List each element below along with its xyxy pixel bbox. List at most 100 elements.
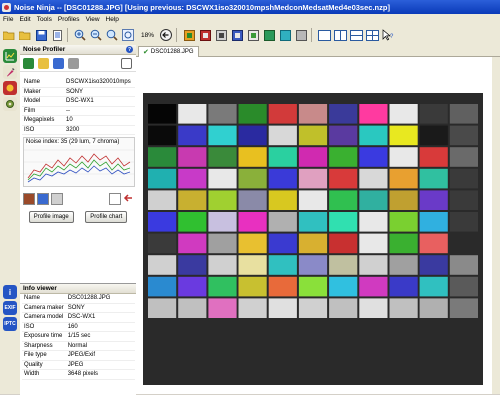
color-patch [419,104,448,124]
color-patch [208,147,237,167]
info-key: Width [22,369,66,380]
color-patch [329,168,358,189]
menu-view[interactable]: View [83,16,103,23]
menu-edit[interactable]: Edit [16,16,33,23]
color-patch [208,190,237,210]
profile-key: Megapixels [22,115,64,126]
profile-button-row: Profile image Profile chart [20,209,136,225]
tab-strip: ✔ DSC01288.JPG [136,45,500,57]
color-patch [298,125,328,146]
table-row: Camera maker SONY [22,303,135,313]
zoom-actual-icon[interactable] [121,28,135,42]
tab-image[interactable]: ✔ DSC01288.JPG [138,46,199,57]
luminance-icon[interactable] [230,28,244,42]
brush-icon[interactable] [214,28,228,42]
edit-profile-icon[interactable] [68,57,79,69]
green-square-icon[interactable] [262,28,276,42]
color-patch [268,233,297,254]
open-profile-icon[interactable] [38,57,49,69]
toolbar: 18% ? [0,25,500,46]
menu-help[interactable]: Help [103,16,122,23]
settings-gear-icon[interactable] [3,97,17,111]
color-patch [238,190,267,210]
color-patch [208,168,237,189]
table-row: Maker SONY [22,87,135,97]
color-patch [148,147,177,167]
color-patch [329,233,358,254]
table-row: File type JPEG/Exif [22,350,135,361]
context-help-icon[interactable]: ? [381,28,395,42]
noise-icon[interactable] [198,28,212,42]
check-icon: ✔ [143,49,149,56]
stacked-view-icon[interactable] [349,28,363,42]
open-recent-icon[interactable] [18,28,32,42]
info-icon[interactable]: i [3,285,17,299]
table-row: Name DSC01288.JPG [22,294,135,304]
properties-icon[interactable] [50,28,64,42]
color-patch [268,125,297,146]
filter-icon[interactable] [182,28,196,42]
table-row: Model DSC-WX1 [22,96,135,107]
color-patch [359,168,388,189]
color-patch [208,276,237,297]
arrow-left-icon[interactable] [123,193,133,205]
grid-view-icon[interactable] [365,28,379,42]
color-patch [359,190,388,210]
color-patch [238,104,267,124]
menu-profiles[interactable]: Profiles [55,16,83,23]
profile-image-button[interactable]: Profile image [28,211,74,223]
checklist-icon[interactable] [121,57,132,69]
chroma-icon[interactable] [246,28,260,42]
single-view-icon[interactable] [317,28,331,42]
back-arrow-icon[interactable] [159,28,173,42]
open-folder-icon[interactable] [2,28,16,42]
color-patch [419,125,448,146]
color-patch [208,212,237,232]
profile-value: 10 [64,115,135,126]
profile-key: ISO [22,125,64,135]
color-patch [359,233,388,254]
iptc-icon[interactable]: IPTC [3,317,17,331]
split-view-icon[interactable] [333,28,347,42]
info-viewer-title: Info viewer [23,285,57,292]
color-patch [298,168,328,189]
save-profile-icon[interactable] [53,57,64,69]
zoom-fit-icon[interactable] [105,28,119,42]
table-row: Megapixels 10 [22,115,135,126]
color-patch [298,255,328,275]
info-value: 3648 pixels [65,369,135,380]
info-key: Exposure time [22,331,66,342]
info-key: Name [22,294,66,304]
chroma-swatch[interactable] [37,193,49,205]
menu-file[interactable]: File [0,16,16,23]
zoom-out-icon[interactable] [89,28,103,42]
noise-reduction-icon[interactable] [3,81,17,95]
exif-icon[interactable]: EXIF [3,301,17,315]
zoom-in-icon[interactable] [73,28,87,42]
info-table: Name DSC01288.JPG Camera maker SONY Camera… [22,294,135,380]
color-patch [329,298,358,318]
save-icon[interactable] [34,28,48,42]
info-value: 1/15 sec [65,331,135,342]
color-patch [359,255,388,275]
cyan-square-icon[interactable] [278,28,292,42]
menu-tools[interactable]: Tools [34,16,55,23]
new-profile-icon[interactable] [23,57,34,69]
color-patch [449,233,478,254]
profile-value: -- [64,106,135,116]
help-icon[interactable]: ? [126,46,133,53]
color-patch [178,233,207,254]
vertical-scrollbar[interactable] [492,57,500,394]
gray-square-icon[interactable] [294,28,308,42]
color-patch [359,276,388,297]
lum-swatch[interactable] [23,193,35,205]
profile-chart-button[interactable]: Profile chart [85,211,128,223]
color-patch [268,255,297,275]
profile-chart-icon[interactable] [3,49,17,63]
color-patch [208,104,237,124]
gray-swatch[interactable] [51,193,63,205]
color-patch [419,255,448,275]
brush-tool-icon[interactable] [3,65,17,79]
color-patch [449,104,478,124]
white-swatch[interactable] [109,193,121,205]
